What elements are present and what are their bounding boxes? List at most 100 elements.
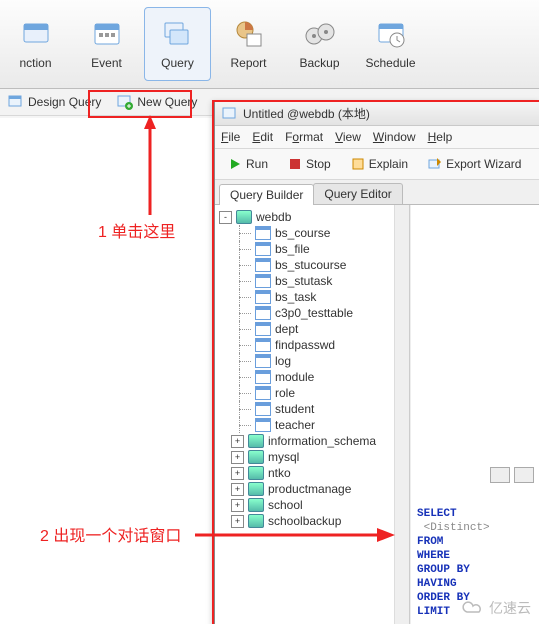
- table-icon: [255, 322, 271, 336]
- tree-table[interactable]: bs_stutask: [217, 273, 407, 289]
- expand-icon[interactable]: +: [231, 515, 244, 528]
- database-icon: [248, 498, 264, 512]
- tree-panel[interactable]: - webdb bs_coursebs_file bs_stucourse bs_s…: [215, 205, 410, 624]
- toolbar-function[interactable]: nction: [2, 7, 69, 81]
- tree-database[interactable]: +information_schema: [217, 433, 407, 449]
- table-icon: [255, 306, 271, 320]
- tree-table[interactable]: bs_task: [217, 289, 407, 305]
- toolbar-event[interactable]: Event: [73, 7, 140, 81]
- sql-limit: LIMIT: [417, 606, 450, 618]
- tree-database[interactable]: +school: [217, 497, 407, 513]
- stop-icon: [288, 157, 302, 171]
- event-icon: [91, 18, 123, 50]
- table-icon: [255, 370, 271, 384]
- tree-database[interactable]: +productmanage: [217, 481, 407, 497]
- menu-file[interactable]: File: [221, 130, 240, 144]
- menu-view[interactable]: View: [335, 130, 361, 144]
- dialog-title: Untitled @webdb (本地): [243, 105, 370, 122]
- tree-table-label: dept: [275, 322, 298, 336]
- tree-database[interactable]: + mysql: [217, 449, 407, 465]
- report-icon: [233, 18, 265, 50]
- collapse-icon[interactable]: -: [219, 211, 232, 224]
- database-icon: [248, 466, 264, 480]
- tree-table[interactable]: bs_file: [217, 241, 407, 257]
- menu-format[interactable]: Format: [285, 130, 323, 144]
- tree-table[interactable]: role: [217, 385, 407, 401]
- explain-label: Explain: [369, 157, 408, 171]
- export-wizard-button[interactable]: Export Wizard: [421, 153, 528, 175]
- tab-query-editor[interactable]: Query Editor: [313, 183, 402, 204]
- tree-table[interactable]: log: [217, 353, 407, 369]
- expand-icon[interactable]: +: [231, 451, 244, 464]
- database-icon: [248, 482, 264, 496]
- tree-table[interactable]: student: [217, 401, 407, 417]
- function-icon: [20, 18, 52, 50]
- expand-icon[interactable]: +: [231, 467, 244, 480]
- menu-help[interactable]: Help: [428, 130, 453, 144]
- tree-table-label: c3p0_testtable: [275, 306, 353, 320]
- expand-icon[interactable]: +: [231, 499, 244, 512]
- backup-icon: [304, 18, 336, 50]
- stop-button[interactable]: Stop: [281, 153, 338, 175]
- run-label: Run: [246, 157, 268, 171]
- design-query-icon: [8, 94, 24, 110]
- menu-edit[interactable]: Edit: [252, 130, 273, 144]
- toolbar-report[interactable]: Report: [215, 7, 282, 81]
- tree-table-label: bs_stucourse: [275, 258, 346, 272]
- tree-table[interactable]: bs_course: [217, 225, 407, 241]
- expand-icon[interactable]: +: [231, 483, 244, 496]
- dialog-titlebar[interactable]: Untitled @webdb (本地): [215, 101, 539, 126]
- toolbar-backup[interactable]: Backup: [286, 7, 353, 81]
- tree-db-label: mysql: [268, 450, 299, 464]
- panel-handle-icons: [490, 467, 534, 483]
- tree-root-label: webdb: [256, 210, 291, 224]
- toolbar-label: Query: [161, 56, 194, 70]
- tree-table[interactable]: findpasswd: [217, 337, 407, 353]
- toolbar-query[interactable]: Query: [144, 7, 211, 81]
- toolbar-label: Schedule: [365, 56, 415, 70]
- run-button[interactable]: Run: [221, 153, 275, 175]
- explain-button[interactable]: Explain: [344, 153, 415, 175]
- table-icon: [255, 418, 271, 432]
- dialog-window-icon: [221, 105, 237, 121]
- tree-table-label: bs_stutask: [275, 274, 332, 288]
- tree-table[interactable]: teacher: [217, 417, 407, 433]
- new-query-button[interactable]: New Query: [113, 92, 201, 112]
- sql-select: SELECT: [417, 508, 457, 520]
- tree-database[interactable]: +schoolbackup: [217, 513, 407, 529]
- background-panel: [0, 118, 214, 624]
- tree-table[interactable]: module: [217, 369, 407, 385]
- tree-table-label: module: [275, 370, 314, 384]
- tree-db-label: ntko: [268, 466, 291, 480]
- design-query-button[interactable]: Design Query: [4, 92, 105, 112]
- table-icon: [255, 290, 271, 304]
- tree-table[interactable]: bs_stucourse: [217, 257, 407, 273]
- toolbar-schedule[interactable]: Schedule: [357, 7, 424, 81]
- new-query-label: New Query: [137, 95, 197, 109]
- tree-table-label: student: [275, 402, 314, 416]
- expand-icon[interactable]: +: [231, 435, 244, 448]
- database-icon: [236, 210, 252, 224]
- sql-from: FROM: [417, 536, 443, 548]
- handle-icon[interactable]: [514, 467, 534, 483]
- table-icon: [255, 338, 271, 352]
- tree-database[interactable]: + ntko: [217, 465, 407, 481]
- table-icon: [255, 402, 271, 416]
- tree-table[interactable]: c3p0_testtable: [217, 305, 407, 321]
- query-icon: [162, 18, 194, 50]
- menu-window[interactable]: Window: [373, 130, 416, 144]
- run-icon: [228, 157, 242, 171]
- stop-label: Stop: [306, 157, 331, 171]
- toolbar-label: Event: [91, 56, 122, 70]
- table-icon: [255, 274, 271, 288]
- tree-root-webdb[interactable]: - webdb: [217, 209, 407, 225]
- sql-distinct: <Distinct>: [424, 522, 490, 534]
- tree-table[interactable]: dept: [217, 321, 407, 337]
- handle-icon[interactable]: [490, 467, 510, 483]
- sql-orderby: ORDER BY: [417, 592, 470, 604]
- tree-table-label: bs_file: [275, 242, 310, 256]
- tree-table-label: log: [275, 354, 291, 368]
- tab-query-builder[interactable]: Query Builder: [219, 184, 314, 205]
- database-icon: [248, 450, 264, 464]
- table-icon: [255, 258, 271, 272]
